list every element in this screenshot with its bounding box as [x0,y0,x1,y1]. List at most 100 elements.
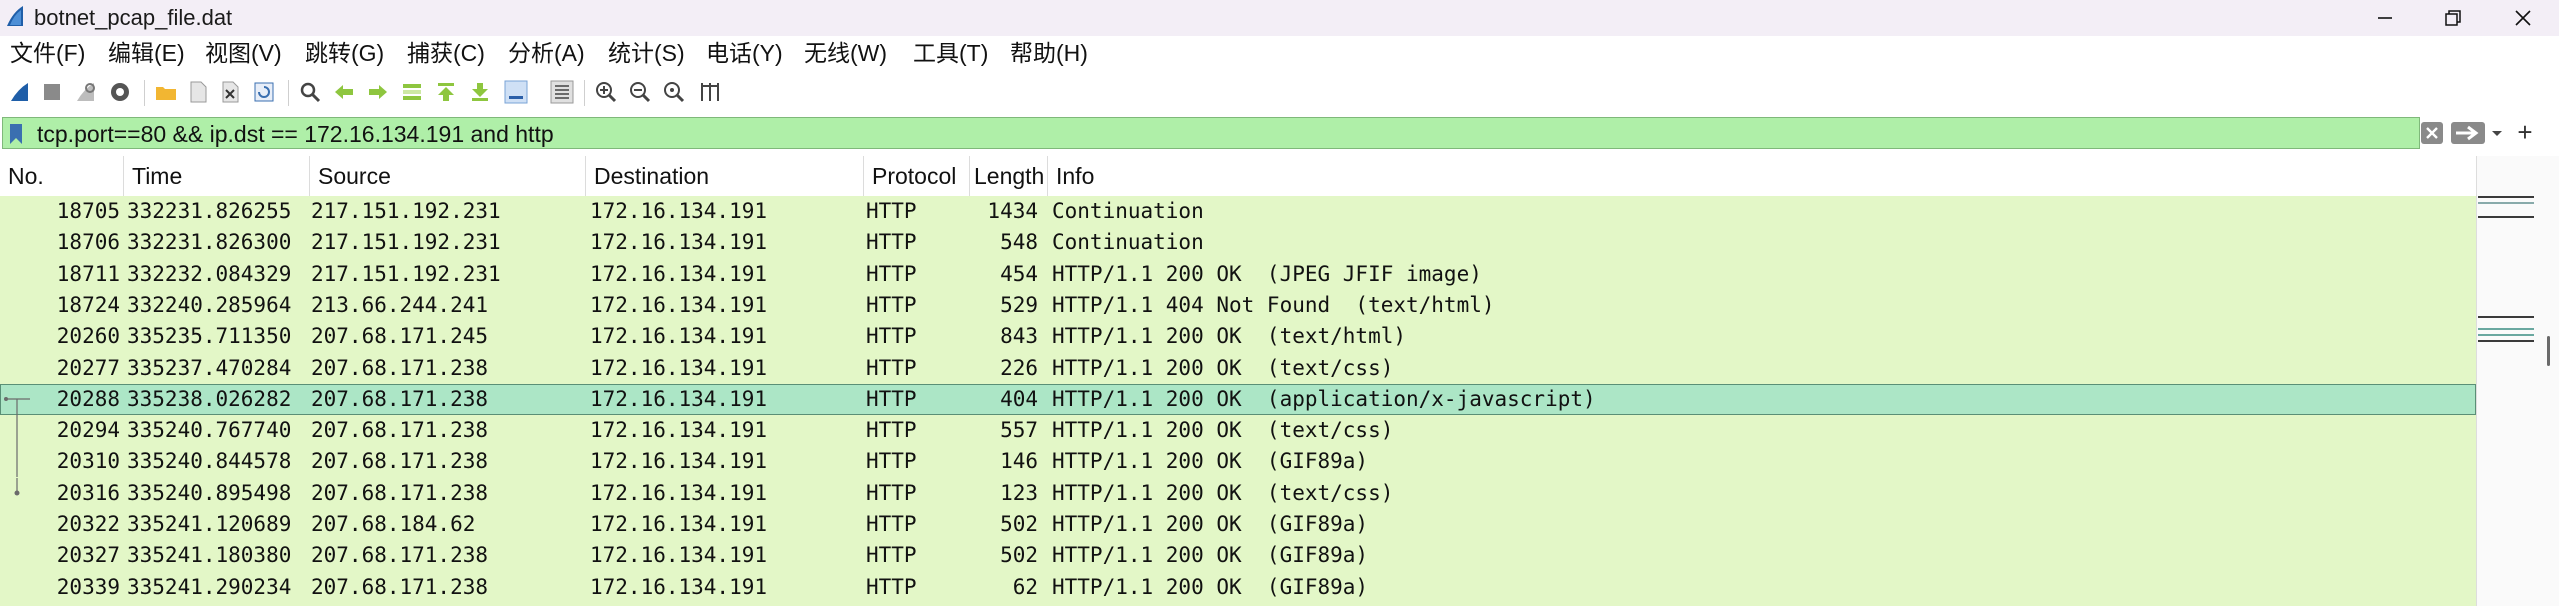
cell-protocol: HTTP [866,512,917,536]
cell-info: HTTP/1.1 200 OK (GIF89a) [1052,574,1369,599]
cell-source: 213.66.244.241 [311,292,489,317]
menu-analyze[interactable]: 分析(A) [508,36,585,72]
add-filter-button[interactable]: + [2512,118,2538,148]
cell-time: 332232.084329 [127,261,292,286]
main-toolbar [0,72,2559,115]
scrollbar-thumb[interactable] [2547,336,2550,366]
go-to-packet-icon[interactable] [400,80,424,104]
cell-source: 217.151.192.231 [311,261,501,286]
column-header-protocol[interactable]: Protocol [864,156,970,196]
minimap-marker [2478,202,2534,204]
reload-icon[interactable] [252,80,276,104]
stop-square-icon[interactable] [40,80,64,104]
cell-time: 335237.470284 [127,355,292,380]
bookmark-icon[interactable] [9,123,23,145]
zoom-normal-icon[interactable] [662,80,686,104]
close-file-icon[interactable] [218,80,242,104]
colorize-icon[interactable] [550,80,574,104]
display-filter-input[interactable]: tcp.port==80 && ip.dst == 172.16.134.191… [2,117,2420,149]
maximize-button[interactable] [2418,0,2488,36]
table-row[interactable]: 20322 335241.120689 207.68.184.62 172.16.13… [0,509,2476,540]
minimap-marker [2478,216,2534,218]
cell-time: 335240.895498 [127,480,292,505]
cell-protocol: HTTP [866,386,917,411]
cell-info: Continuation [1052,199,1204,223]
cell-length: 62 [1012,574,1038,599]
column-header-source[interactable]: Source [310,156,586,196]
wireshark-logo-icon [7,6,23,26]
menu-capture[interactable]: 捕获(C) [407,36,485,72]
display-filter-bar: tcp.port==80 && ip.dst == 172.16.134.191… [0,114,2559,154]
cell-no: 18711 [56,261,120,286]
related-packet-indicator-icon [14,477,20,496]
find-packet-icon[interactable] [298,80,322,104]
go-forward-icon[interactable] [366,80,390,104]
zoom-out-icon[interactable] [628,80,652,104]
cell-length: 557 [1000,418,1038,443]
minimize-button[interactable] [2350,0,2420,36]
packet-list-scrollbar[interactable] [2476,156,2559,606]
cell-length: 502 [1000,543,1038,568]
go-last-icon[interactable] [468,80,492,104]
cell-length: 1434 [987,199,1038,223]
table-row[interactable]: 18724 332240.285964 213.66.244.241 172.16.1… [0,289,2476,321]
go-first-icon[interactable] [434,80,458,104]
menu-go[interactable]: 跳转(G) [305,36,384,72]
cell-info: HTTP/1.1 200 OK (text/html) [1052,324,1407,349]
table-row-selected[interactable]: 20288 335238.026282 207.68.171.238 172.16.1… [0,383,2476,415]
table-row[interactable]: 20316 335240.895498 207.68.171.238 172.16.1… [0,477,2476,509]
restart-fin-icon[interactable] [74,80,98,104]
filter-expression-text[interactable]: tcp.port==80 && ip.dst == 172.16.134.191… [37,120,554,148]
menu-wireless[interactable]: 无线(W) [804,36,887,72]
menu-view[interactable]: 视图(V) [205,36,282,72]
column-header-no[interactable]: No. [0,156,124,196]
cell-protocol: HTTP [866,574,917,599]
table-row[interactable]: 20260 335235.711350 207.68.171.245 172.16.1… [0,321,2476,353]
open-folder-icon[interactable] [154,80,178,104]
minimap-marker [2478,196,2534,198]
menu-edit[interactable]: 编辑(E) [108,36,185,72]
table-row[interactable]: 20294 335240.767740 207.68.171.238 172.16.1… [0,415,2476,447]
menu-help[interactable]: 帮助(H) [1010,36,1088,72]
zoom-in-icon[interactable] [594,80,618,104]
capture-options-gear-icon[interactable] [108,80,132,104]
column-header-length[interactable]: Length [970,156,1048,196]
shark-fin-start-icon[interactable] [8,80,32,104]
table-row[interactable]: 20339 335241.290234 207.68.171.238 172.16.1… [0,571,2476,603]
close-button[interactable] [2488,0,2558,36]
column-header-info[interactable]: Info [1048,156,2476,196]
table-row[interactable]: 20277 335237.470284 207.68.171.238 172.16.1… [0,352,2476,384]
menu-tools[interactable]: 工具(T) [913,36,988,72]
cell-no: 20260 [56,324,120,349]
save-file-icon[interactable] [186,80,210,104]
clear-filter-icon[interactable] [2420,121,2444,145]
menu-file[interactable]: 文件(F) [10,36,85,72]
cell-time: 332231.826300 [127,230,292,255]
cell-info: HTTP/1.1 200 OK (GIF89a) [1052,543,1369,568]
cell-time: 335241.290234 [127,574,292,599]
cell-time: 332231.826255 [127,199,292,223]
column-header-time[interactable]: Time [124,156,310,196]
minimize-icon [2378,17,2392,19]
cell-destination: 172.16.134.191 [590,386,768,411]
table-row[interactable]: 20327 335241.180380 207.68.171.238 172.16.1… [0,540,2476,572]
table-row[interactable]: 18711 332232.084329 217.151.192.231 172.16.… [0,258,2476,290]
table-row[interactable]: 20310 335240.844578 207.68.171.238 172.16.1… [0,446,2476,478]
minimap-marker [2478,334,2534,336]
autoscroll-icon[interactable] [504,80,528,104]
cell-destination: 172.16.134.191 [590,324,768,349]
cell-protocol: HTTP [866,324,917,349]
menu-statistics[interactable]: 统计(S) [608,36,685,72]
column-header-destination[interactable]: Destination [586,156,864,196]
table-row[interactable]: 18706 332231.826300 217.151.192.231 172.16.… [0,227,2476,259]
menu-telephony[interactable]: 电话(Y) [706,36,783,72]
filter-history-dropdown-icon[interactable] [2490,122,2504,144]
cell-length: 146 [1000,449,1038,474]
cell-time: 335240.767740 [127,418,292,443]
go-back-icon[interactable] [332,80,356,104]
resize-columns-icon[interactable] [698,80,722,104]
apply-filter-arrow-icon[interactable] [2450,121,2486,145]
table-row[interactable]: 18705 332231.826255 217.151.192.231 172.16.… [0,196,2476,227]
restore-icon [2445,10,2461,26]
cell-source: 207.68.171.238 [311,480,489,505]
